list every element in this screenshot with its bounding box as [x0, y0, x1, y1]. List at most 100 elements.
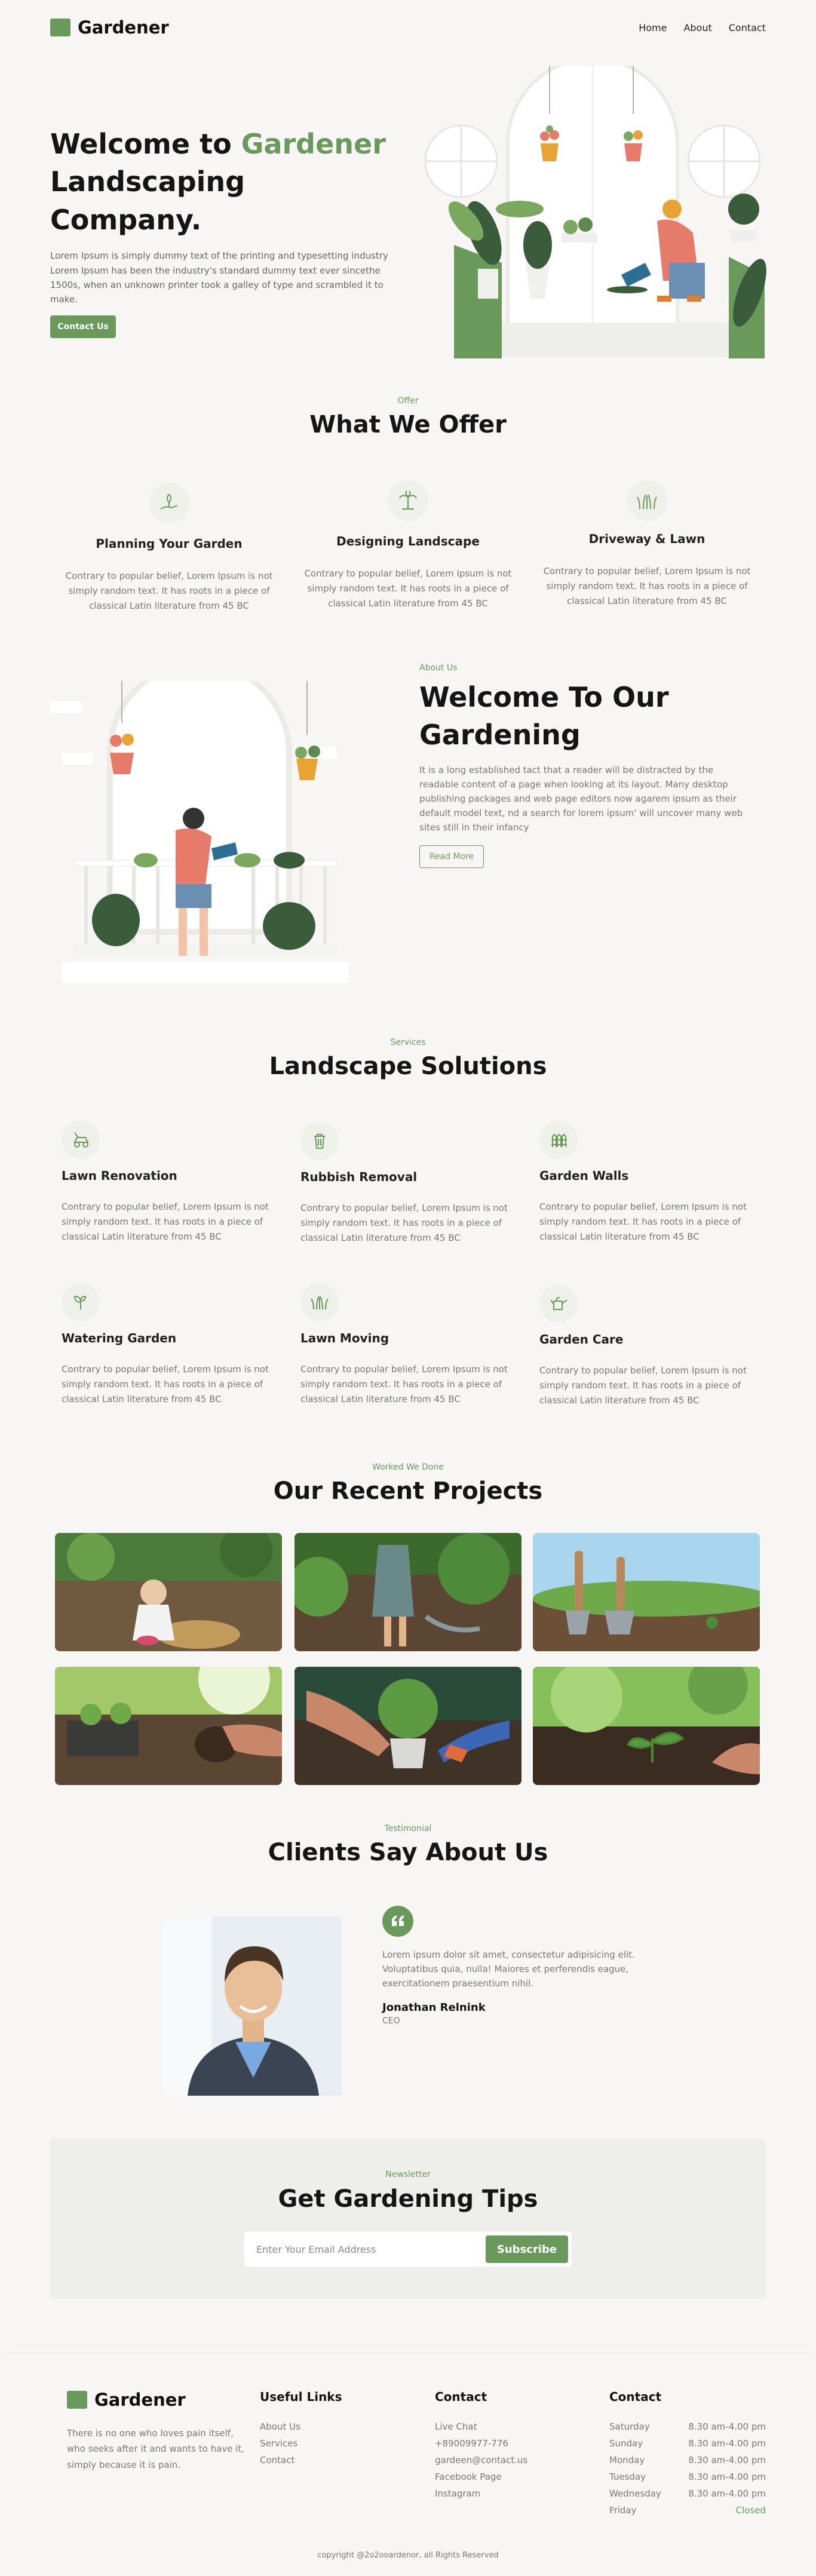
hours-row: Friday Closed [609, 2502, 766, 2519]
project-image[interactable] [533, 1533, 760, 1651]
hours-day: Sunday [609, 2438, 643, 2449]
lawn-mower-icon [62, 1121, 100, 1159]
service-card: Garden Walls Contrary to popular belief,… [539, 1121, 748, 1244]
hours-day: Wednesday [609, 2488, 661, 2499]
project-image[interactable] [295, 1533, 521, 1651]
hero-description: Lorem Ipsum is simply dummy text of the … [50, 250, 388, 305]
testimonial-content: Lorem ipsum dolor sit amet, consectetur … [382, 1906, 657, 2026]
footer-brand-name: Gardener [94, 2390, 186, 2410]
offer-card-desc: Contrary to popular belief, Lorem Ipsum … [65, 571, 273, 611]
testimonial-name: Jonathan Relnink [382, 2001, 486, 2014]
footer-link-contact[interactable]: Contact [260, 2452, 342, 2468]
hours-time: 8.30 am-4.00 pm [688, 2455, 766, 2465]
footer-instagram[interactable]: Instagram [435, 2485, 527, 2502]
copyright: copyright @2o2ooardenor, all Rights Rese… [317, 2551, 499, 2560]
projects-title: Our Recent Projects [273, 1477, 543, 1505]
footer-contact: Contact Live Chat +89009977-776 gardeen@… [435, 2390, 527, 2502]
hero-title: Welcome to Gardener Landscaping Company. [50, 125, 391, 239]
footer-about: There is no one who loves pain itself, w… [67, 2428, 244, 2470]
project-image[interactable] [55, 1533, 282, 1651]
footer-phone[interactable]: +89009977-776 [435, 2435, 527, 2452]
service-desc: Contrary to popular belief, Lorem Ipsum … [300, 1364, 508, 1404]
services-title: Landscape Solutions [269, 1053, 547, 1080]
client-avatar [164, 1916, 342, 2096]
testimonial-quote: Lorem ipsum dolor sit amet, consectetur … [382, 1949, 635, 1989]
read-more-button[interactable]: Read More [419, 845, 484, 868]
offer-card-title: Planning Your Garden [96, 536, 243, 551]
offer-title: What We Offer [309, 411, 507, 438]
footer-email[interactable]: gardeen@contact.us [435, 2452, 527, 2468]
newsletter-form: Subscribe [244, 2232, 572, 2267]
offer-card-title: Designing Landscape [336, 534, 480, 548]
about-label: About Us [419, 663, 458, 673]
footer-facebook[interactable]: Facebook Page [435, 2468, 527, 2485]
brand-name: Gardener [78, 17, 169, 38]
project-image[interactable] [533, 1667, 760, 1785]
palm-tree-icon [388, 480, 428, 521]
top-nav: Gardener Home About Contact [50, 14, 766, 41]
grass-icon [627, 480, 667, 521]
brand-logo[interactable]: Gardener [50, 17, 169, 38]
service-desc: Contrary to popular belief, Lorem Ipsum … [539, 1365, 747, 1406]
project-image[interactable] [295, 1667, 521, 1785]
nav-contact-link[interactable]: Contact [729, 22, 766, 33]
footer-live-chat[interactable]: Live Chat [435, 2418, 527, 2435]
logo-mark [67, 2391, 87, 2409]
newsletter-label: Newsletter [385, 2170, 431, 2179]
service-title: Lawn Renovation [62, 1169, 177, 1183]
hero-title-prefix: Welcome to [50, 128, 241, 160]
hours-time: 8.30 am-4.00 pm [688, 2421, 766, 2432]
hours-day: Tuesday [609, 2471, 646, 2482]
projects-label: Worked We Done [372, 1462, 444, 1472]
logo-mark [50, 19, 70, 36]
hours-row: Tuesday 8.30 am-4.00 pm [609, 2468, 766, 2485]
services-label: Services [390, 1038, 426, 1047]
project-image[interactable] [55, 1667, 282, 1785]
nav-links: Home About Contact [639, 22, 766, 33]
watering-can-icon [539, 1284, 578, 1323]
hours-day: Monday [609, 2455, 645, 2465]
testimonial-title: Clients Say About Us [268, 1839, 548, 1866]
footer-link-about[interactable]: About Us [260, 2418, 342, 2435]
hours-row: Sunday 8.30 am-4.00 pm [609, 2435, 766, 2452]
footer-brand: Gardener There is no one who loves pain … [67, 2390, 252, 2473]
hours-row: Monday 8.30 am-4.00 pm [609, 2452, 766, 2468]
nav-about-link[interactable]: About [683, 22, 711, 33]
hours-row: Saturday 8.30 am-4.00 pm [609, 2418, 766, 2435]
service-title: Lawn Moving [300, 1331, 389, 1345]
footer-hours-title: Contact [609, 2390, 662, 2404]
email-input[interactable] [256, 2243, 486, 2255]
quote-icon [382, 1906, 413, 1937]
service-title: Watering Garden [62, 1331, 177, 1345]
sprout-icon [62, 1283, 100, 1321]
hero-illustration [424, 66, 766, 358]
offer-card-title: Driveway & Lawn [588, 532, 705, 546]
subscribe-button[interactable]: Subscribe [486, 2235, 568, 2263]
footer-useful-links: Useful Links About Us Services Contact [260, 2390, 342, 2468]
hours-row: Wednesday 8.30 am-4.00 pm [609, 2485, 766, 2502]
service-card: Watering Garden Contrary to popular beli… [62, 1283, 271, 1406]
offer-label: Offer [397, 396, 419, 406]
nav-home-link[interactable]: Home [639, 22, 667, 33]
hours-day: Saturday [609, 2421, 650, 2432]
service-desc: Contrary to popular belief, Lorem Ipsum … [62, 1201, 269, 1242]
newsletter-section: Newsletter Get Gardening Tips Subscribe [50, 2139, 766, 2299]
hero-title-line2: Landscaping Company. [50, 165, 246, 236]
offer-card: Driveway & Lawn Contrary to popular beli… [542, 480, 751, 608]
offer-card-desc: Contrary to popular belief, Lorem Ipsum … [543, 566, 751, 606]
footer-logo[interactable]: Gardener [67, 2390, 252, 2410]
service-card: Lawn Moving Contrary to popular belief, … [300, 1283, 510, 1406]
hero-title-highlight: Gardener [241, 128, 386, 160]
hours-day: Friday [609, 2505, 637, 2516]
contact-us-button[interactable]: Contact Us [50, 315, 116, 338]
footer-link-services[interactable]: Services [260, 2435, 342, 2452]
footer-contact-title: Contact [435, 2390, 487, 2404]
hours-time: 8.30 am-4.00 pm [688, 2438, 766, 2449]
service-desc: Contrary to popular belief, Lorem Ipsum … [539, 1201, 747, 1242]
garden-fence-icon [539, 1121, 578, 1159]
service-card: Lawn Renovation Contrary to popular beli… [62, 1121, 271, 1244]
service-card: Rubbish Removal Contrary to popular beli… [300, 1122, 510, 1245]
testimonial-role: CEO [382, 2016, 400, 2026]
about-section: About Us Welcome To Our Gardening It is … [419, 663, 754, 868]
plant-hand-icon [149, 483, 189, 523]
